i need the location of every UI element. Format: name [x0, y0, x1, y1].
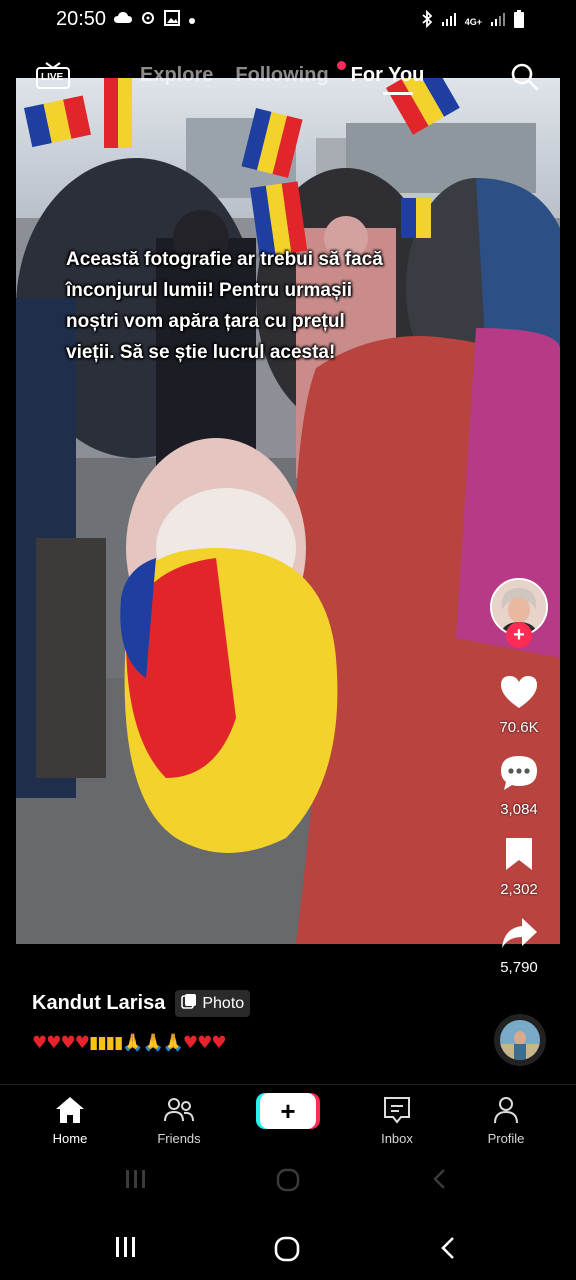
- friends-icon: [163, 1095, 195, 1128]
- tab-inbox[interactable]: Inbox: [357, 1095, 437, 1146]
- share-count: 5,790: [500, 959, 538, 976]
- save-count: 2,302: [500, 881, 538, 898]
- status-time: 20:50: [56, 8, 107, 30]
- tab-profile[interactable]: Profile: [466, 1095, 546, 1146]
- live-button[interactable]: LIVE: [36, 62, 70, 90]
- create-button[interactable]: +: [260, 1093, 316, 1129]
- comment-button[interactable]: 3,084: [499, 754, 539, 818]
- tab-profile-label: Profile: [487, 1131, 525, 1146]
- tab-friends-label: Friends: [157, 1131, 201, 1146]
- post-type-badge: Photo: [175, 990, 251, 1017]
- share-arrow-icon: [500, 916, 538, 955]
- action-rail: + 70.6K 3,084 2,302 5,790: [488, 578, 550, 976]
- photo-icon: [181, 993, 197, 1014]
- home-icon: [54, 1095, 86, 1128]
- back-button[interactable]: [440, 1236, 456, 1265]
- caption-hearts: ♥♥♥: [182, 1033, 227, 1053]
- network-type-label: 4G+: [464, 16, 482, 27]
- home-system-button[interactable]: [274, 1236, 300, 1267]
- overlay-line: noștri vom apăra țara cu prețul: [66, 311, 345, 332]
- signal-icon-2: [490, 11, 506, 32]
- tab-home[interactable]: Home: [30, 1095, 110, 1146]
- bluetooth-icon: [421, 9, 433, 33]
- overlay-line: Această fotografie ar trebui să facă: [66, 249, 383, 270]
- follow-button[interactable]: +: [506, 622, 532, 648]
- recents-button[interactable]: [114, 1236, 138, 1263]
- post-type-label: Photo: [202, 994, 245, 1012]
- caption-flags: ▮▮▮▮: [88, 1033, 123, 1053]
- like-count: 70.6K: [499, 719, 539, 736]
- battery-icon: [514, 10, 524, 33]
- save-button[interactable]: 2,302: [500, 836, 538, 898]
- gallery-icon: [164, 10, 180, 31]
- tab-following[interactable]: Following: [235, 64, 328, 87]
- photo-overlay-text: Această fotografie ar trebui să facă înc…: [66, 244, 456, 368]
- overlay-line: vieții. Să se știe lucrul acesta!: [66, 342, 336, 363]
- cloud-icon: [114, 11, 132, 30]
- recents-icon: [124, 1168, 148, 1195]
- status-bar: 20:50 4G+: [0, 0, 576, 40]
- post-photo[interactable]: [16, 78, 560, 944]
- caption-prayers: 🙏🙏🙏: [122, 1033, 184, 1053]
- tab-for-you[interactable]: For You: [351, 64, 424, 95]
- bottom-tab-bar: Home Friends + Inbox Profile: [0, 1084, 576, 1150]
- like-button[interactable]: 70.6K: [499, 674, 539, 736]
- comment-count: 3,084: [500, 801, 538, 818]
- sound-disc[interactable]: [494, 1014, 546, 1066]
- notification-dot-icon: [188, 12, 196, 30]
- tab-inbox-label: Inbox: [381, 1131, 413, 1146]
- tab-explore[interactable]: Explore: [140, 64, 213, 87]
- signal-icon: [441, 11, 457, 32]
- tab-friends[interactable]: Friends: [139, 1095, 219, 1146]
- home-circle-icon: [276, 1168, 300, 1197]
- post-info: Kandut Larisa Photo ♥♥♥♥▮▮▮▮🙏🙏🙏♥♥♥: [32, 990, 251, 1053]
- following-notification-dot: [337, 61, 346, 70]
- caption-hearts: ♥♥♥♥: [32, 1033, 90, 1053]
- comment-icon: [499, 754, 539, 797]
- author-username[interactable]: Kandut Larisa: [32, 992, 165, 1015]
- app-nav-echo: [0, 1160, 576, 1200]
- post-caption: ♥♥♥♥▮▮▮▮🙏🙏🙏♥♥♥: [32, 1033, 250, 1053]
- share-button[interactable]: 5,790: [500, 916, 538, 976]
- live-label: LIVE: [41, 72, 64, 83]
- bookmark-icon: [504, 836, 534, 877]
- search-icon[interactable]: [510, 62, 540, 97]
- inbox-icon: [381, 1095, 413, 1128]
- tab-home-label: Home: [52, 1131, 88, 1146]
- heart-icon: [499, 674, 539, 715]
- top-nav: LIVE Explore Following For You: [0, 56, 576, 100]
- settings-icon: [140, 10, 156, 31]
- system-nav-bar: [0, 1228, 576, 1268]
- overlay-line: înconjurul lumii! Pentru urmașii: [66, 280, 353, 301]
- back-chevron-icon: [432, 1168, 448, 1195]
- profile-icon: [490, 1095, 522, 1128]
